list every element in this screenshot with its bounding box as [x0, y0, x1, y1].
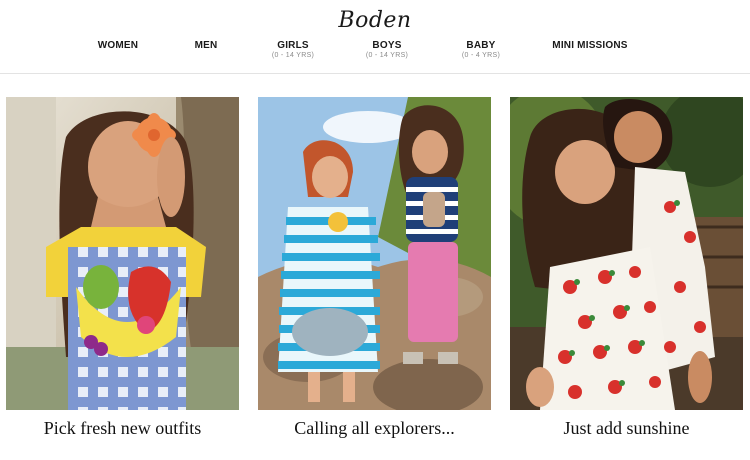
- nav-label: MEN: [194, 40, 218, 51]
- promo-tile-explorers[interactable]: Calling all explorers...: [258, 97, 491, 439]
- nav-item-baby[interactable]: BABY (0 - 4 YRS): [457, 40, 505, 59]
- photo-illustration: [6, 97, 239, 410]
- nav-label: GIRLS: [277, 40, 309, 51]
- nav-item-boys[interactable]: BOYS (0 - 14 YRS): [362, 40, 412, 59]
- promo-photo-kids-on-rocks[interactable]: [258, 97, 491, 410]
- photo-illustration: [510, 97, 743, 410]
- nav-item-girls[interactable]: GIRLS (0 - 14 YRS): [268, 40, 318, 59]
- nav-item-mini-missions[interactable]: MINI MISSIONS: [552, 40, 628, 51]
- nav-label: BOYS: [372, 40, 402, 51]
- promo-tile-girls-outfits[interactable]: Pick fresh new outfits: [6, 97, 239, 439]
- photo-illustration: [258, 97, 491, 410]
- nav-label: MINI MISSIONS: [552, 40, 628, 51]
- nav-age-range: (0 - 4 YRS): [461, 52, 501, 59]
- boden-logo[interactable]: Boden: [0, 8, 750, 33]
- promo-photo-girls-hugging[interactable]: [510, 97, 743, 410]
- nav-label: WOMEN: [97, 40, 139, 51]
- promo-photo-girl-with-flower[interactable]: [6, 97, 239, 410]
- nav-age-range: (0 - 14 YRS): [365, 52, 409, 59]
- promo-caption[interactable]: Calling all explorers...: [258, 418, 491, 439]
- nav-age-range: (0 - 14 YRS): [271, 52, 315, 59]
- nav-item-men[interactable]: MEN: [190, 40, 222, 51]
- promo-caption[interactable]: Just add sunshine: [510, 418, 743, 439]
- site-header: Boden WOMEN MEN GIRLS (0 - 14 YRS) BOYS …: [0, 0, 750, 74]
- nav-label: BABY: [466, 40, 496, 51]
- nav-item-women[interactable]: WOMEN: [97, 40, 139, 51]
- promo-caption[interactable]: Pick fresh new outfits: [6, 418, 239, 439]
- promo-tile-sunshine[interactable]: Just add sunshine: [510, 97, 743, 439]
